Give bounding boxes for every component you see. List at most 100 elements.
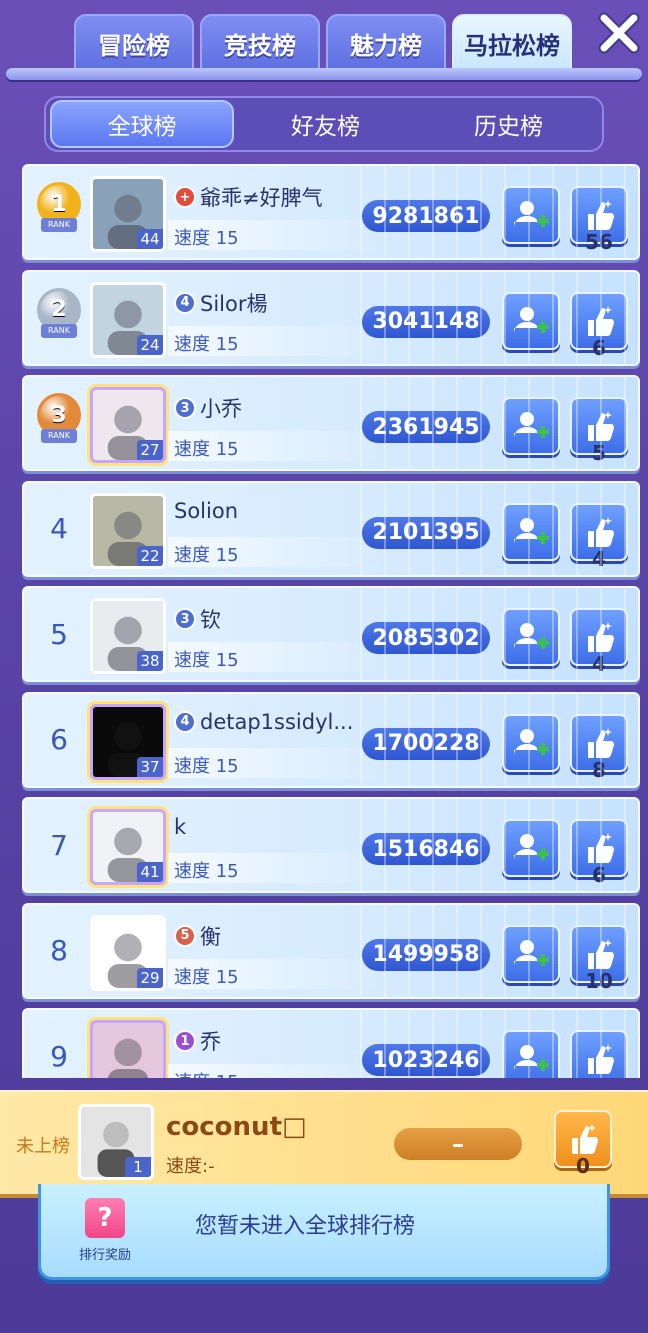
like-count: 4 [592,652,606,676]
avatar[interactable]: 27 [90,387,166,463]
level-badge: 38 [137,651,163,671]
speed-label: 速度 [174,544,210,566]
top-tab-bar: 冒险榜 竞技榜 魅力榜 马拉松榜 [74,14,572,74]
leaderboard-list[interactable]: 1 RANK 44 + 爺乖≠好脾气 速度 15 9281861 56 2 RAN… [22,164,640,1078]
rank-number: 9 [50,1039,68,1073]
rank-cell: 2 RANK [34,286,84,350]
my-rank-row: 未上榜 1 coconut□ 速度:- – 0 [0,1090,648,1194]
speed-label: 速度 [174,650,210,671]
tab-arena[interactable]: 竞技榜 [200,14,320,72]
add-friend-button[interactable] [502,819,560,877]
add-friend-icon [514,306,549,334]
like-count: 56 [585,230,613,254]
like-button[interactable] [570,1030,628,1078]
add-friend-button[interactable] [502,924,560,983]
level-badge: 29 [137,967,163,988]
speed-label: 速度 [174,755,210,777]
avatar[interactable]: 44 [90,176,166,252]
thumbs-up-icon [588,516,614,547]
add-friend-button[interactable] [502,713,560,772]
player-name: 5衡 [174,921,221,951]
speed-label: 速度 [174,333,210,355]
avatar[interactable]: 24 [90,281,166,358]
add-friend-icon [514,1045,549,1072]
rank-reward-button[interactable]: ? 排行奖励 [69,1198,141,1274]
player-name-text: Solion [174,498,239,523]
speed-value: 15 [215,228,239,249]
add-friend-button[interactable] [502,502,560,561]
tab-history[interactable]: 历史榜 [417,100,600,148]
thumbs-up-icon [588,622,614,652]
close-button[interactable] [596,10,642,56]
rank-cell: 9 [34,1024,84,1078]
rank-number: 7 [50,828,68,862]
player-tier-badge: 1 [174,1030,196,1052]
sub-tab-bar: 全球榜 好友榜 历史榜 [44,96,604,152]
tab-adventure[interactable]: 冒险榜 [74,14,194,72]
speed-info: 速度 15 [174,857,239,883]
add-friend-icon [514,201,549,228]
like-count: 5 [592,441,606,465]
rank-reward-label: 排行奖励 [78,1248,131,1263]
like-count: 6 [592,863,606,887]
add-friend-icon [514,412,549,439]
table-row: 3 RANK 27 3 小乔 速度 15 2361945 5 [22,375,640,471]
rank-cell: 6 [34,708,84,772]
speed-value: 15 [215,755,239,777]
avatar[interactable]: 37 [90,703,166,780]
player-name: Solion [174,499,238,523]
level-badge: 37 [137,756,163,777]
speed-info: 速度 15 [174,435,239,461]
player-name: k [174,815,186,839]
player-name-text: 衡 [200,924,221,949]
tab-marathon[interactable]: 马拉松榜 [452,14,572,72]
tab-friends[interactable]: 好友榜 [234,100,417,148]
rank-number: 8 [50,934,68,967]
my-score: – [394,1128,522,1160]
add-friend-button[interactable] [502,608,560,666]
avatar[interactable] [90,1020,166,1078]
score-pill: 3041148 [362,305,490,338]
avatar-image [93,1023,163,1078]
speed-value: 15 [215,966,239,988]
like-count: 6 [592,335,606,360]
player-tier-badge: 5 [174,924,196,947]
rank-cell: 7 [34,813,84,877]
avatar[interactable]: 22 [90,492,166,569]
level-badge: 1 [125,1157,151,1177]
player-name-text: 爺乖≠好脾气 [200,186,323,210]
avatar[interactable]: 29 [90,914,166,991]
player-tier-badge: + [174,186,196,208]
add-friend-button[interactable] [502,291,560,350]
avatar[interactable]: 38 [90,598,166,674]
thumbs-up-icon [588,305,614,336]
rank-number: 6 [50,723,68,756]
reward-panel: ? 排行奖励 您暂未进入全球排行榜 [38,1184,610,1280]
like-count: 4 [592,546,606,571]
level-badge: 22 [137,545,163,566]
score-pill: 1499958 [362,938,490,971]
add-friend-button[interactable] [502,397,560,455]
thumbs-up-icon [572,1124,598,1154]
like-count: 10 [585,968,613,993]
speed-info: 速度 15 [174,963,239,989]
rank-medal-icon: 1 RANK [35,182,83,242]
tab-charm[interactable]: 魅力榜 [326,14,446,72]
add-friend-icon [514,623,549,650]
add-friend-button[interactable] [502,186,560,244]
tab-global[interactable]: 全球榜 [50,100,234,148]
like-count: 0 [576,1154,590,1178]
table-row: 1 RANK 44 + 爺乖≠好脾气 速度 15 9281861 56 [22,164,640,260]
rank-cell: 5 [34,602,84,666]
player-name-text: Silor楊 [200,291,268,316]
speed-info: 速度 15 [174,224,239,250]
player-tier-badge: 3 [174,397,196,419]
speed-value: 15 [216,1072,239,1078]
player-name: 3钦 [174,604,221,634]
rank-cell: 8 [34,919,84,983]
avatar[interactable]: 41 [90,809,166,885]
player-name-text: 钦 [200,608,221,632]
add-friend-button[interactable] [502,1030,560,1078]
thumbs-up-icon [588,200,614,230]
avatar[interactable]: 1 [78,1104,154,1180]
